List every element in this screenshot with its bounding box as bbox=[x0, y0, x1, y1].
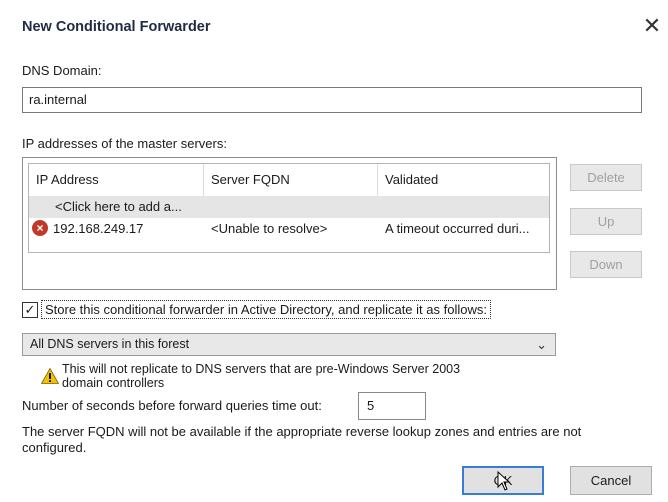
master-servers-label: IP addresses of the master servers: bbox=[22, 136, 227, 151]
dns-domain-label: DNS Domain: bbox=[22, 63, 102, 78]
store-in-ad-checkbox[interactable]: ✓ bbox=[22, 302, 38, 318]
table-header: IP Address Server FQDN Validated bbox=[29, 164, 549, 196]
down-button[interactable]: Down bbox=[570, 251, 642, 278]
fqdn-note: The server FQDN will not be available if… bbox=[22, 424, 582, 455]
column-header-fqdn[interactable]: Server FQDN bbox=[204, 164, 378, 196]
close-icon: ✕ bbox=[642, 13, 662, 38]
add-row-placeholder: <Click here to add a... bbox=[55, 199, 182, 214]
delete-button[interactable]: Delete bbox=[570, 164, 642, 191]
close-button[interactable]: ✕ bbox=[640, 13, 664, 39]
warning-icon bbox=[41, 368, 59, 384]
fqdn-cell: <Unable to resolve> bbox=[211, 221, 328, 236]
error-icon: × bbox=[32, 220, 48, 236]
conditional-forwarder-dialog: New Conditional Forwarder ✕ DNS Domain: … bbox=[0, 0, 668, 502]
column-header-ip[interactable]: IP Address bbox=[29, 164, 204, 196]
column-header-validated[interactable]: Validated bbox=[378, 164, 549, 196]
timeout-input[interactable]: 5 bbox=[358, 392, 426, 420]
add-row[interactable]: <Click here to add a... bbox=[29, 196, 549, 218]
mouse-cursor-icon bbox=[497, 471, 511, 491]
warning-text: This will not replicate to DNS servers t… bbox=[62, 362, 461, 390]
chevron-down-icon: ⌄ bbox=[536, 337, 547, 352]
ip-cell: 192.168.249.17 bbox=[53, 221, 144, 236]
up-button[interactable]: Up bbox=[570, 208, 642, 235]
cancel-button[interactable]: Cancel bbox=[570, 466, 652, 495]
validated-cell: A timeout occurred duri... bbox=[385, 221, 530, 236]
replication-scope-select[interactable]: All DNS servers in this forest ⌄ bbox=[22, 333, 556, 356]
store-in-ad-label[interactable]: Store this conditional forwarder in Acti… bbox=[41, 300, 491, 319]
master-servers-table[interactable]: IP Address Server FQDN Validated <Click … bbox=[28, 163, 550, 253]
dns-domain-input[interactable]: ra.internal bbox=[22, 87, 642, 113]
dialog-title: New Conditional Forwarder bbox=[22, 19, 211, 35]
table-row[interactable]: × 192.168.249.17 <Unable to resolve> A t… bbox=[29, 218, 549, 240]
replication-scope-value: All DNS servers in this forest bbox=[30, 337, 190, 351]
timeout-label: Number of seconds before forward queries… bbox=[22, 398, 322, 413]
title-bar: New Conditional Forwarder ✕ bbox=[0, 0, 668, 50]
